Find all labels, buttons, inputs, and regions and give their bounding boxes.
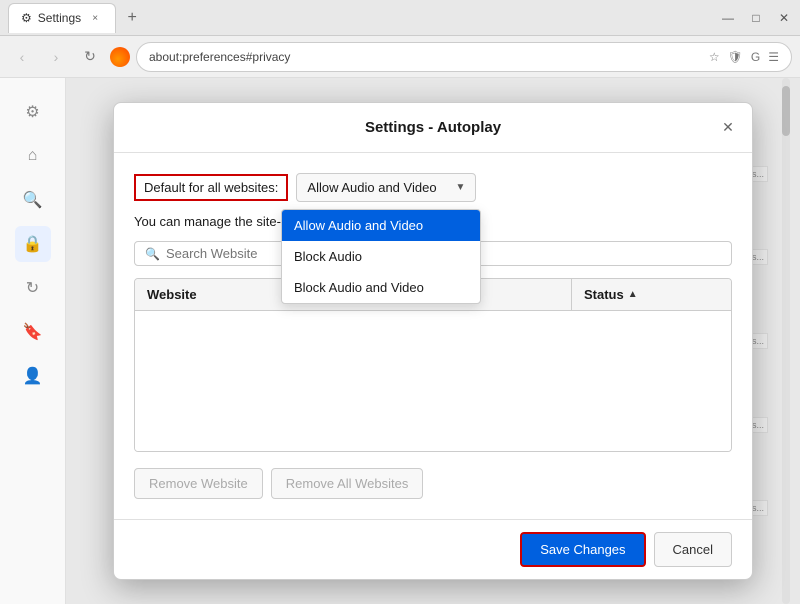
active-tab[interactable]: ⚙ Settings × <box>8 3 116 33</box>
shield-icon: 🛡 <box>728 50 743 64</box>
remove-all-websites-btn[interactable]: Remove All Websites <box>271 468 424 499</box>
col-status-header: Status ▲ <box>571 279 731 310</box>
page-background: ngs... ngs... ngs... ngs... ngs... Setti… <box>66 78 800 604</box>
tab-close-btn[interactable]: × <box>87 10 103 26</box>
remove-website-btn[interactable]: Remove Website <box>134 468 263 499</box>
modal-overlay: Settings - Autoplay ✕ Default for all we… <box>66 78 800 604</box>
bookmark-icon[interactable]: ☆ <box>709 50 720 64</box>
new-tab-button[interactable]: + <box>120 6 144 30</box>
col-status-label: Status <box>584 287 624 302</box>
dropdown-item-block-av[interactable]: Block Audio and Video <box>282 272 480 303</box>
sidebar-icon-account[interactable]: 👤 <box>15 358 51 394</box>
modal-close-btn[interactable]: ✕ <box>716 116 740 140</box>
sidebar-icon-settings[interactable]: ⚙ <box>15 94 51 130</box>
refresh-btn[interactable]: ↻ <box>76 43 104 71</box>
autoplay-settings-modal: Settings - Autoplay ✕ Default for all we… <box>113 102 753 580</box>
cancel-btn[interactable]: Cancel <box>654 532 732 567</box>
dropdown-item-allow-av[interactable]: Allow Audio and Video <box>282 210 480 241</box>
websites-table: Website Status ▲ <box>134 278 732 452</box>
sidebar-icon-bookmarks[interactable]: 🔖 <box>15 314 51 350</box>
firefox-logo <box>110 47 130 67</box>
minimize-btn[interactable]: — <box>720 10 736 26</box>
browser-content: ⚙ ⌂ 🔍 🔒 ↻ 🔖 👤 ngs... ngs... ngs... ngs..… <box>0 78 800 604</box>
sidebar: ⚙ ⌂ 🔍 🔒 ↻ 🔖 👤 <box>0 78 66 604</box>
dropdown-arrow-icon: ▼ <box>456 182 466 193</box>
sidebar-icon-sync[interactable]: ↻ <box>15 270 51 306</box>
browser-window: ⚙ Settings × + — □ ✕ ‹ › ↻ about:prefere… <box>0 0 800 604</box>
bottom-actions: Remove Website Remove All Websites <box>134 468 732 499</box>
close-btn[interactable]: ✕ <box>776 10 792 26</box>
modal-body: Default for all websites: Allow Audio an… <box>114 153 752 519</box>
dropdown-menu: Allow Audio and Video Block Audio Block … <box>281 209 481 304</box>
dropdown-item-block-audio[interactable]: Block Audio <box>282 241 480 272</box>
back-btn[interactable]: ‹ <box>8 43 36 71</box>
nav-bar: ‹ › ↻ about:preferences#privacy ☆ 🛡 G ☰ <box>0 36 800 78</box>
table-body <box>135 311 731 451</box>
address-bar[interactable]: about:preferences#privacy ☆ 🛡 G ☰ <box>136 42 792 72</box>
default-row: Default for all websites: Allow Audio an… <box>134 173 732 202</box>
modal-title: Settings - Autoplay <box>365 119 501 136</box>
tab-title: Settings <box>38 11 81 25</box>
address-text: about:preferences#privacy <box>149 50 290 64</box>
sort-arrow-icon[interactable]: ▲ <box>628 289 638 300</box>
settings-tab-icon: ⚙ <box>21 11 32 25</box>
sidebar-icon-lock[interactable]: 🔒 <box>15 226 51 262</box>
sidebar-icon-home[interactable]: ⌂ <box>15 138 51 174</box>
maximize-btn[interactable]: □ <box>748 10 764 26</box>
menu-icon[interactable]: ☰ <box>768 50 779 64</box>
default-label: Default for all websites: <box>134 174 288 201</box>
title-bar: ⚙ Settings × + — □ ✕ <box>0 0 800 36</box>
forward-btn[interactable]: › <box>42 43 70 71</box>
account-icon[interactable]: G <box>751 50 760 64</box>
autoplay-dropdown[interactable]: Allow Audio and Video ▼ <box>296 173 476 202</box>
address-icons: ☆ 🛡 G ☰ <box>709 50 779 64</box>
search-icon: 🔍 <box>145 247 160 261</box>
save-changes-btn[interactable]: Save Changes <box>520 532 645 567</box>
window-controls: — □ ✕ <box>720 10 792 26</box>
sidebar-icon-search[interactable]: 🔍 <box>15 182 51 218</box>
modal-footer: Save Changes Cancel <box>114 519 752 579</box>
modal-header: Settings - Autoplay ✕ <box>114 103 752 153</box>
dropdown-selected-text: Allow Audio and Video <box>307 180 436 195</box>
